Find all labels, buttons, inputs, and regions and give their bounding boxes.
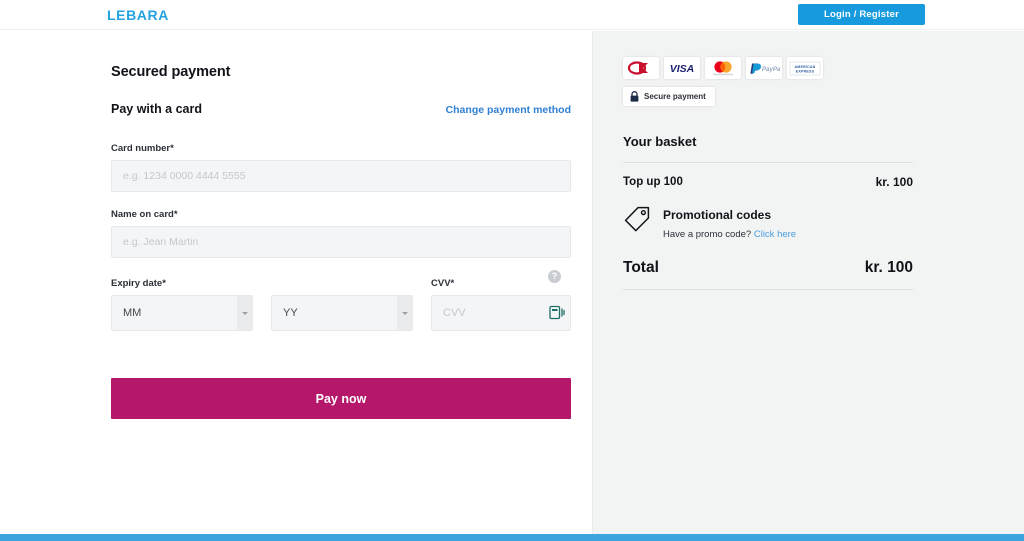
svg-text:PayPal: PayPal xyxy=(762,66,780,73)
cvv-field-wrap xyxy=(431,295,571,331)
payment-form-column: Secured payment Pay with a card Change p… xyxy=(0,31,592,534)
promo-subtext: Have a promo code? Click here xyxy=(663,229,796,240)
lock-icon xyxy=(630,91,639,102)
expiry-year-chevron-down-icon[interactable] xyxy=(397,296,412,330)
expiry-date-label: Expiry date* xyxy=(111,278,431,289)
login-register-button[interactable]: Login / Register xyxy=(798,4,925,25)
order-summary-sidebar: VISA PayPal xyxy=(592,31,1024,534)
basket-title: Your basket xyxy=(623,134,913,149)
section-title: Pay with a card xyxy=(111,102,202,116)
expiry-year-select[interactable]: YY xyxy=(271,295,413,331)
promo-texts: Promotional codes Have a promo code? Cli… xyxy=(663,205,796,240)
order-summary-inner: VISA PayPal xyxy=(623,31,913,290)
secure-payment-label: Secure payment xyxy=(644,92,706,101)
expiry-year-value[interactable]: YY xyxy=(271,295,413,331)
pay-with-card-row: Pay with a card Change payment method xyxy=(111,102,571,116)
basket-divider xyxy=(623,162,913,163)
card-number-group: Card number* xyxy=(111,143,571,192)
expiry-cvv-controls: MM YY xyxy=(111,295,571,331)
cvv-help-icon[interactable]: ? xyxy=(548,270,561,283)
expiry-month-select[interactable]: MM xyxy=(111,295,253,331)
promo-click-here-link[interactable]: Click here xyxy=(754,229,796,240)
svg-text:EXPRESS: EXPRESS xyxy=(796,69,815,73)
checkout-page: LEBARA Login / Register Secured payment … xyxy=(0,0,1024,541)
site-header: LEBARA Login / Register xyxy=(0,0,1024,30)
cvv-card-icon xyxy=(549,305,565,320)
secure-payment-badge: Secure payment xyxy=(623,87,715,106)
page-title: Secured payment xyxy=(111,64,571,80)
svg-text:VISA: VISA xyxy=(670,63,695,74)
total-divider xyxy=(623,289,913,290)
basket-item-label: Top up 100 xyxy=(623,176,683,188)
basket-line-item: Top up 100 kr. 100 xyxy=(623,175,913,189)
total-value: kr. 100 xyxy=(865,259,913,277)
dankort-logo xyxy=(623,57,659,79)
expiry-month-chevron-down-icon[interactable] xyxy=(237,296,252,330)
total-label: Total xyxy=(623,259,659,277)
change-payment-method-link[interactable]: Change payment method xyxy=(446,104,571,116)
accepted-cards-row: VISA PayPal xyxy=(623,57,913,79)
svg-text:AMERICAN: AMERICAN xyxy=(795,65,816,69)
visa-logo: VISA xyxy=(664,57,700,79)
card-number-input[interactable] xyxy=(111,160,571,192)
expiry-cvv-labels: Expiry date* CVV* ? xyxy=(111,278,571,295)
lebara-logo[interactable]: LEBARA xyxy=(107,7,169,23)
price-tag-icon xyxy=(623,205,651,233)
basket-item-price: kr. 100 xyxy=(876,175,913,189)
name-on-card-group: Name on card* xyxy=(111,209,571,258)
card-number-label: Card number* xyxy=(111,143,571,154)
pay-now-button[interactable]: Pay now xyxy=(111,378,571,419)
name-on-card-label: Name on card* xyxy=(111,209,571,220)
amex-logo: AMERICAN EXPRESS xyxy=(787,57,823,79)
bottom-accent-bar xyxy=(0,534,1024,541)
promo-question: Have a promo code? xyxy=(663,229,751,240)
expiry-cvv-group: Expiry date* CVV* ? MM YY xyxy=(111,278,571,331)
promo-title: Promotional codes xyxy=(663,208,796,222)
expiry-month-value[interactable]: MM xyxy=(111,295,253,331)
promotional-codes-block: Promotional codes Have a promo code? Cli… xyxy=(623,205,913,240)
mastercard-logo xyxy=(705,57,741,79)
payment-form: Secured payment Pay with a card Change p… xyxy=(111,31,571,419)
paypal-logo: PayPal xyxy=(746,57,782,79)
name-on-card-input[interactable] xyxy=(111,226,571,258)
total-row: Total kr. 100 xyxy=(623,259,913,277)
